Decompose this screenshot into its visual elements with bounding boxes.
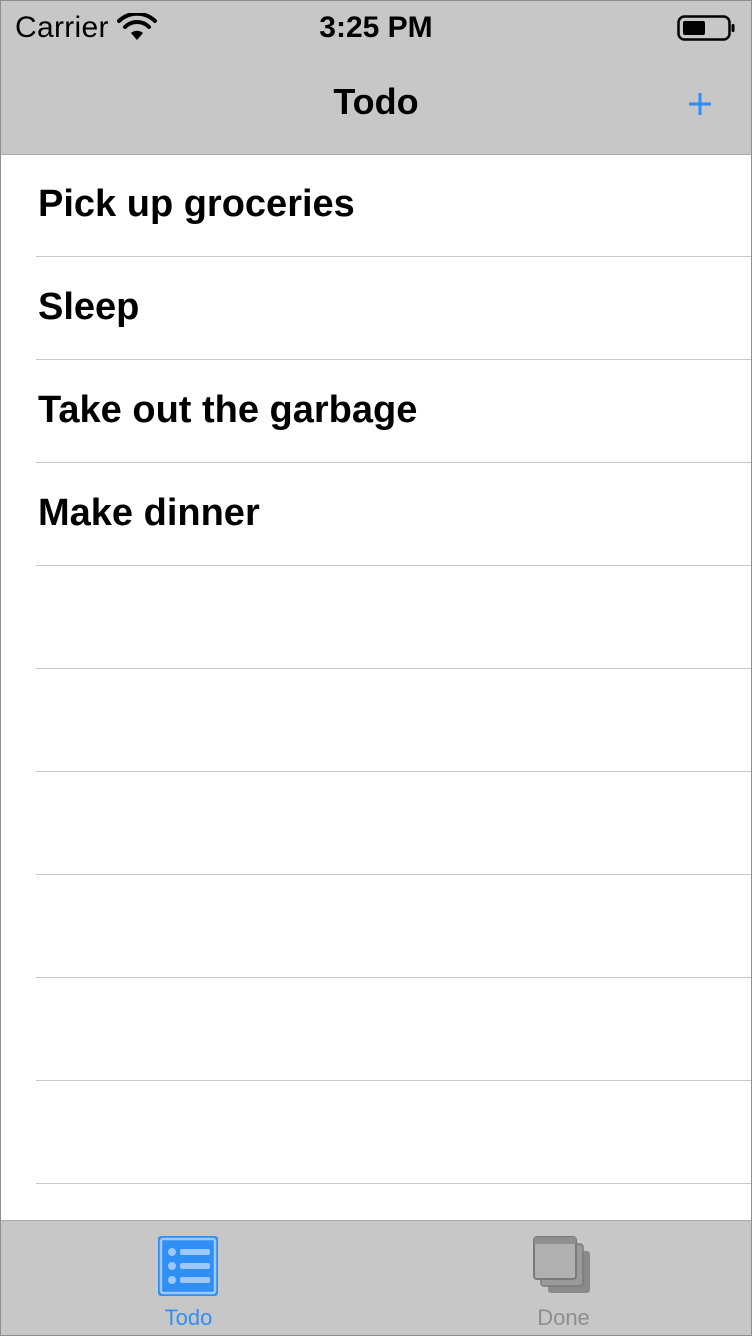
empty-row[interactable]	[1, 1082, 751, 1184]
todo-item-label: Pick up groceries	[38, 183, 355, 225]
tab-todo[interactable]: Todo	[1, 1221, 376, 1335]
windows-stack-icon	[532, 1235, 594, 1297]
empty-row[interactable]	[1, 979, 751, 1081]
tab-done-label: Done	[537, 1305, 590, 1330]
todo-row[interactable]: Sleep	[1, 258, 751, 360]
todo-item-label: Make dinner	[38, 492, 260, 534]
row-separator	[36, 1080, 751, 1081]
row-separator	[36, 256, 751, 257]
empty-row[interactable]	[1, 876, 751, 978]
battery-icon	[677, 14, 737, 42]
row-separator	[36, 565, 751, 566]
row-separator	[36, 874, 751, 875]
row-separator	[36, 668, 751, 669]
row-separator	[36, 359, 751, 360]
empty-row[interactable]	[1, 670, 751, 772]
add-button[interactable]	[677, 81, 723, 127]
tab-todo-label: Todo	[164, 1305, 213, 1330]
app-screen: Carrier 3:25 PM Todo Pick up groceries Sl…	[0, 0, 752, 1336]
todo-table: Pick up groceries Sleep Take out the garba…	[1, 155, 751, 1220]
list-icon	[157, 1235, 219, 1297]
row-separator	[36, 771, 751, 772]
empty-row[interactable]	[1, 773, 751, 875]
status-time: 3:25 PM	[319, 11, 433, 44]
empty-row[interactable]	[1, 567, 751, 669]
top-bar: Carrier 3:25 PM Todo	[1, 1, 751, 155]
tab-done[interactable]: Done	[376, 1221, 751, 1335]
todo-item-label: Take out the garbage	[38, 389, 418, 431]
todo-row[interactable]: Take out the garbage	[1, 361, 751, 463]
row-separator	[36, 1183, 751, 1184]
tab-bar: Todo Done	[1, 1220, 751, 1335]
row-separator	[36, 462, 751, 463]
todo-row[interactable]: Make dinner	[1, 464, 751, 566]
plus-icon	[689, 93, 711, 115]
page-title: Todo	[333, 81, 419, 122]
row-separator	[36, 977, 751, 978]
todo-row[interactable]: Pick up groceries	[1, 155, 751, 257]
todo-item-label: Sleep	[38, 286, 140, 328]
